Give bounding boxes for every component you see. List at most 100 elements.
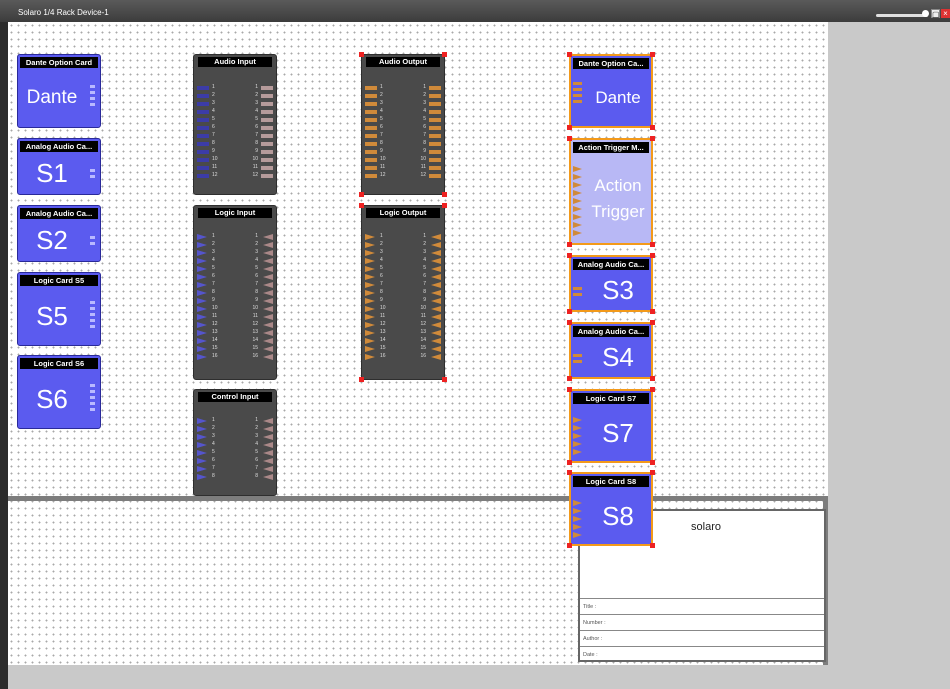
selection-handle[interactable] <box>650 376 655 381</box>
output-port[interactable] <box>261 126 273 130</box>
dante-option-card-right[interactable]: Dante Option Ca... Dante <box>569 54 653 128</box>
output-port[interactable] <box>261 174 273 178</box>
input-port[interactable] <box>365 330 375 336</box>
output-port[interactable] <box>431 306 441 312</box>
selection-handle[interactable] <box>442 52 447 57</box>
output-port[interactable] <box>263 266 273 272</box>
zoom-slider-knob[interactable] <box>922 10 929 17</box>
output-port[interactable] <box>431 234 441 240</box>
input-port[interactable] <box>197 266 207 272</box>
selection-handle[interactable] <box>650 52 655 57</box>
logic-card-s8[interactable]: Logic Card S8 S8 <box>569 472 653 546</box>
zoom-slider[interactable] <box>876 14 928 17</box>
analog-audio-card-s1[interactable]: Analog Audio Ca... S1 <box>17 138 101 195</box>
selection-handle[interactable] <box>567 136 572 141</box>
input-port[interactable] <box>365 282 375 288</box>
selection-handle[interactable] <box>567 543 572 548</box>
input-port[interactable] <box>365 118 377 122</box>
input-port[interactable] <box>197 330 207 336</box>
output-port[interactable] <box>263 466 273 472</box>
output-port[interactable] <box>429 110 441 114</box>
output-port[interactable] <box>263 346 273 352</box>
input-port[interactable] <box>197 102 209 106</box>
input-port[interactable] <box>365 258 375 264</box>
input-port[interactable] <box>365 266 375 272</box>
input-port[interactable] <box>365 290 375 296</box>
card-ports[interactable] <box>90 301 95 331</box>
output-port[interactable] <box>263 250 273 256</box>
card-ports[interactable] <box>573 166 582 238</box>
output-port[interactable] <box>261 94 273 98</box>
selection-handle[interactable] <box>442 203 447 208</box>
input-port[interactable] <box>365 234 375 240</box>
output-port[interactable] <box>431 274 441 280</box>
selection-handle[interactable] <box>567 320 572 325</box>
card-ports[interactable] <box>573 417 582 457</box>
card-ports[interactable] <box>90 384 95 414</box>
input-port[interactable] <box>365 134 377 138</box>
output-port[interactable] <box>263 306 273 312</box>
input-port[interactable] <box>365 314 375 320</box>
input-port[interactable] <box>365 150 377 154</box>
output-port[interactable] <box>263 354 273 360</box>
control-input-block[interactable]: Control Input 1122334455667788 <box>193 389 277 496</box>
output-port[interactable] <box>429 142 441 146</box>
input-port[interactable] <box>197 298 207 304</box>
input-port[interactable] <box>197 250 207 256</box>
input-port[interactable] <box>197 258 207 264</box>
input-port[interactable] <box>365 126 377 130</box>
card-ports[interactable] <box>573 354 582 366</box>
logic-input-block[interactable]: Logic Input 1 1 2 2 3 3 4 4 5 5 6 6 7 7 8 8 9 9 10 10 11 11 12… <box>193 205 277 380</box>
selection-handle[interactable] <box>650 460 655 465</box>
input-port[interactable] <box>197 150 209 154</box>
selection-handle[interactable] <box>650 242 655 247</box>
input-port[interactable] <box>197 458 207 464</box>
output-port[interactable] <box>261 134 273 138</box>
output-port[interactable] <box>263 338 273 344</box>
selection-handle[interactable] <box>650 253 655 258</box>
analog-audio-card-s4[interactable]: Analog Audio Ca... S4 <box>569 322 653 379</box>
output-port[interactable] <box>263 242 273 248</box>
input-port[interactable] <box>197 142 209 146</box>
input-port[interactable] <box>197 242 207 248</box>
selection-handle[interactable] <box>567 470 572 475</box>
input-port[interactable] <box>365 86 377 90</box>
output-port[interactable] <box>261 142 273 146</box>
output-port[interactable] <box>429 86 441 90</box>
output-port[interactable] <box>431 266 441 272</box>
output-port[interactable] <box>263 314 273 320</box>
output-port[interactable] <box>431 290 441 296</box>
selection-handle[interactable] <box>567 253 572 258</box>
output-port[interactable] <box>263 442 273 448</box>
output-port[interactable] <box>429 118 441 122</box>
input-port[interactable] <box>365 158 377 162</box>
logic-card-s6[interactable]: Logic Card S6 S6 <box>17 355 101 429</box>
card-ports[interactable] <box>573 500 582 540</box>
output-port[interactable] <box>431 242 441 248</box>
output-port[interactable] <box>431 346 441 352</box>
analog-audio-card-s3[interactable]: Analog Audio Ca... S3 <box>569 255 653 312</box>
output-port[interactable] <box>431 298 441 304</box>
output-port[interactable] <box>429 166 441 170</box>
selection-handle[interactable] <box>567 460 572 465</box>
input-port[interactable] <box>365 250 375 256</box>
input-port[interactable] <box>197 306 207 312</box>
input-port[interactable] <box>197 282 207 288</box>
input-port[interactable] <box>197 346 207 352</box>
selection-handle[interactable] <box>650 387 655 392</box>
selection-handle[interactable] <box>650 470 655 475</box>
audio-output-block[interactable]: Audio Output 1 1 2 2 3 3 4 4 5 5 6 6 7 7 8 8 9 9 10 10 11 11 1… <box>361 54 445 195</box>
input-port[interactable] <box>197 110 209 114</box>
input-port[interactable] <box>197 434 207 440</box>
output-port[interactable] <box>429 126 441 130</box>
logic-output-block[interactable]: Logic Output 1 1 2 2 3 3 4 4 5 5 6 6 7 7 8 8 9 9 10 10 11 11 1… <box>361 205 445 380</box>
selection-handle[interactable] <box>567 376 572 381</box>
output-port[interactable] <box>263 274 273 280</box>
input-port[interactable] <box>197 314 207 320</box>
card-ports[interactable] <box>90 236 95 248</box>
input-port[interactable] <box>197 474 207 480</box>
selection-handle[interactable] <box>567 125 572 130</box>
output-port[interactable] <box>261 166 273 170</box>
output-port[interactable] <box>431 322 441 328</box>
output-port[interactable] <box>263 474 273 480</box>
